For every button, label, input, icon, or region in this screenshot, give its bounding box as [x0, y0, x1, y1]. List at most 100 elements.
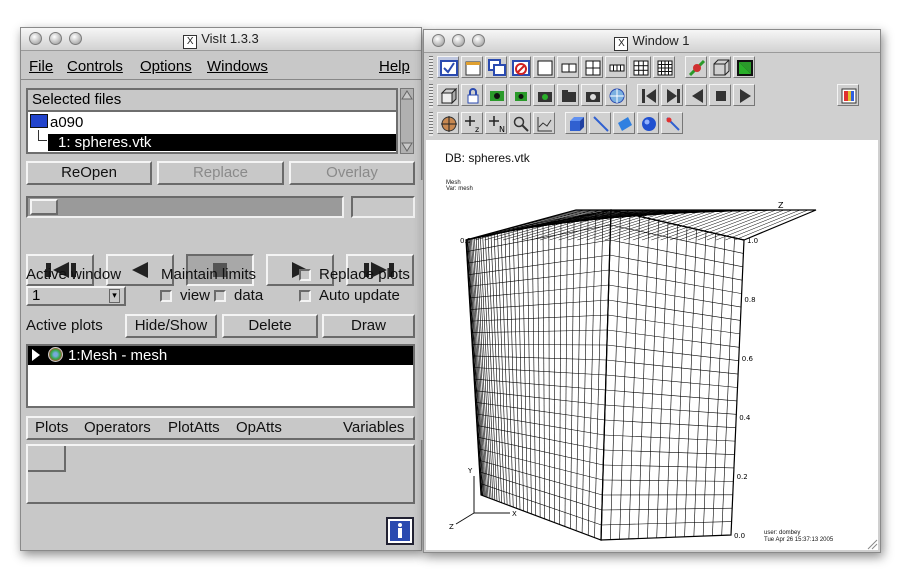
- lineout-button[interactable]: [533, 112, 555, 134]
- recenter-view-button[interactable]: [437, 84, 459, 106]
- file-list-scrollbar[interactable]: [400, 88, 414, 154]
- zone-pick-icon: z: [465, 116, 479, 133]
- plot-menu-bar: Plots Operators PlotAtts OpAtts Variable…: [26, 416, 415, 440]
- layout-4x4-button[interactable]: [653, 56, 675, 78]
- layout-2x4-icon: [609, 64, 625, 72]
- menu-bar: File Controls Options Windows Help: [21, 55, 421, 80]
- layout-2x4-button[interactable]: [605, 56, 627, 78]
- time-slider-track[interactable]: [26, 196, 344, 218]
- operators-menu[interactable]: Operators: [84, 419, 151, 436]
- delete-window-button[interactable]: [509, 56, 531, 78]
- layout-3x3-button[interactable]: [629, 56, 651, 78]
- save-image-button[interactable]: [581, 84, 603, 106]
- zoom-button[interactable]: [509, 112, 531, 134]
- lock-icon: [467, 88, 479, 104]
- active-window-combobox[interactable]: 1 ▾: [26, 286, 126, 306]
- stop-animation-button[interactable]: [709, 84, 731, 106]
- node-pick-button[interactable]: N: [485, 112, 507, 134]
- menu-options[interactable]: Options: [140, 58, 192, 75]
- plane-tool-button[interactable]: [613, 112, 635, 134]
- add-window-button[interactable]: [461, 56, 483, 78]
- maintain-view-label: view: [180, 287, 211, 304]
- undo-view-button[interactable]: [485, 84, 507, 106]
- visit-info-icon[interactable]: [386, 517, 414, 545]
- sphere-tool-button[interactable]: [637, 112, 659, 134]
- print-window-button[interactable]: [557, 84, 579, 106]
- clone-window-button[interactable]: [485, 56, 507, 78]
- maintain-data-checkbox[interactable]: [214, 290, 226, 302]
- plot-tab-stub[interactable]: [28, 446, 66, 472]
- toolbar-grip[interactable]: [429, 56, 433, 80]
- toolbar-grip-3[interactable]: [429, 112, 433, 136]
- hide-show-button[interactable]: Hide/Show: [125, 314, 217, 338]
- lock-view-button[interactable]: [461, 84, 483, 106]
- replace-plots-checkbox[interactable]: [299, 269, 311, 281]
- time-state-field[interactable]: [351, 196, 415, 218]
- layout-1x2-button[interactable]: [557, 56, 579, 78]
- save-view-button[interactable]: [509, 84, 531, 106]
- step-forward-button[interactable]: [661, 84, 683, 106]
- active-plots-list: 1:Mesh - mesh: [26, 344, 415, 408]
- toolbar-grip-2[interactable]: [429, 84, 433, 108]
- opatts-menu[interactable]: OpAtts: [236, 419, 282, 436]
- menu-controls[interactable]: Controls: [67, 58, 123, 75]
- file-row-selected[interactable]: 1: spheres.vtk: [48, 134, 396, 151]
- invert-background-button[interactable]: [605, 84, 627, 106]
- navigate-mode-button[interactable]: [437, 112, 459, 134]
- computer-icon: [30, 114, 48, 128]
- overlay-button[interactable]: Overlay: [289, 161, 415, 185]
- plots-menu[interactable]: Plots: [35, 419, 68, 436]
- title-bar[interactable]: X VisIt 1.3.3: [21, 28, 421, 51]
- menu-windows[interactable]: Windows: [207, 58, 268, 75]
- camera-icon: [538, 92, 552, 102]
- time-slider-handle[interactable]: [30, 199, 58, 215]
- plot-list-item[interactable]: 1:Mesh - mesh: [28, 346, 413, 365]
- active-plots-label: Active plots: [26, 317, 103, 334]
- layout-1x2-icon: [561, 63, 577, 73]
- vis-title-bar[interactable]: X Window 1: [424, 30, 880, 53]
- compass-icon: [441, 116, 457, 132]
- replace-plots-label: Replace plots: [319, 266, 410, 283]
- play-backward-button[interactable]: [685, 84, 707, 106]
- draw-button[interactable]: Draw: [322, 314, 415, 338]
- active-window-check-button[interactable]: [437, 56, 459, 78]
- svg-text:N: N: [499, 125, 505, 133]
- delete-button[interactable]: Delete: [222, 314, 318, 338]
- bounding-box-icon: [713, 59, 730, 76]
- replace-button[interactable]: Replace: [157, 161, 284, 185]
- maintain-data-label: data: [234, 287, 264, 304]
- box-tool-button[interactable]: [565, 112, 587, 134]
- clone-window-icon: [488, 59, 506, 76]
- snapshot-button[interactable]: [533, 84, 555, 106]
- reopen-button[interactable]: ReOpen: [26, 161, 152, 185]
- expand-triangle-icon[interactable]: [32, 349, 40, 361]
- plotatts-menu[interactable]: PlotAtts: [168, 419, 220, 436]
- spin-mode-button[interactable]: [685, 56, 707, 78]
- color-table-button[interactable]: [837, 84, 859, 106]
- mesh-plot[interactable]: 0.0 0.2 0.4 0.6 0.8 1.0 0.0 Z: [426, 140, 878, 550]
- full-frame-button[interactable]: [733, 56, 755, 78]
- render-area[interactable]: DB: spheres.vtk Mesh Var: mesh user: dom…: [426, 140, 878, 550]
- host-name: a090: [50, 114, 84, 131]
- vis-window: X Window 1 z N DB: spheres.vtk Mesh Var:…: [423, 29, 881, 553]
- navigate-bbox-button[interactable]: [709, 56, 731, 78]
- z-axis-label: Z: [778, 201, 784, 210]
- menu-help[interactable]: Help: [379, 58, 410, 75]
- play-forward-icon: [740, 89, 751, 103]
- resize-grip-icon[interactable]: [866, 538, 878, 550]
- zoom-mode-button[interactable]: z: [461, 112, 483, 134]
- play-forward-button[interactable]: [733, 84, 755, 106]
- line-tool-button[interactable]: [589, 112, 611, 134]
- line-tool-icon: [593, 116, 609, 132]
- layout-1x1-button[interactable]: [533, 56, 555, 78]
- menu-file[interactable]: File: [29, 58, 53, 75]
- auto-update-checkbox[interactable]: [299, 290, 311, 302]
- point-tool-icon: [666, 117, 680, 131]
- maintain-view-checkbox[interactable]: [160, 290, 172, 302]
- visit-main-window: X VisIt 1.3.3 File Controls Options Windo…: [20, 27, 422, 551]
- point-tool-button[interactable]: [661, 112, 683, 134]
- layout-2x2-button[interactable]: [581, 56, 603, 78]
- variables-menu[interactable]: Variables: [343, 419, 404, 436]
- first-frame-button[interactable]: [637, 84, 659, 106]
- color-table-icon: [841, 88, 857, 104]
